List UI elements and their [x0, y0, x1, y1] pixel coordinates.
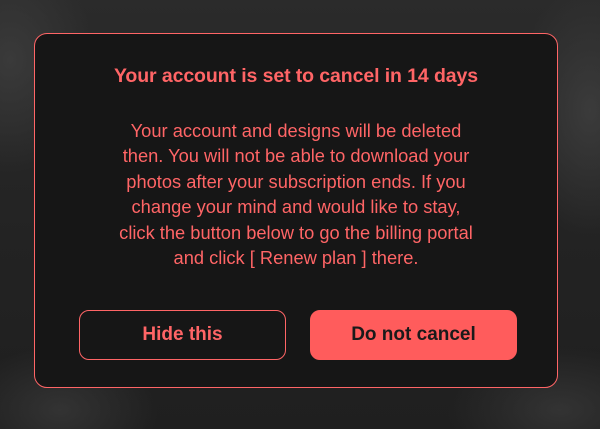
message-line: change your mind and would like to stay, — [131, 196, 461, 218]
cancellation-warning-dialog: Your account is set to cancel in 14 days… — [34, 33, 558, 388]
message-line: photos after your subscription ends. If … — [126, 170, 466, 192]
dialog-title: Your account is set to cancel in 14 days — [113, 65, 479, 87]
message-line: and click [ Renew plan ] there. — [173, 247, 419, 269]
do-not-cancel-button[interactable]: Do not cancel — [310, 310, 517, 360]
message-line: click the button below to go the billing… — [119, 221, 473, 243]
message-line: Your account and designs will be deleted — [130, 120, 462, 141]
hide-this-button[interactable]: Hide this — [79, 310, 286, 360]
dialog-message: Your account and designs will be deleted… — [55, 118, 537, 270]
message-line: then. You will not be able to download y… — [122, 145, 470, 167]
